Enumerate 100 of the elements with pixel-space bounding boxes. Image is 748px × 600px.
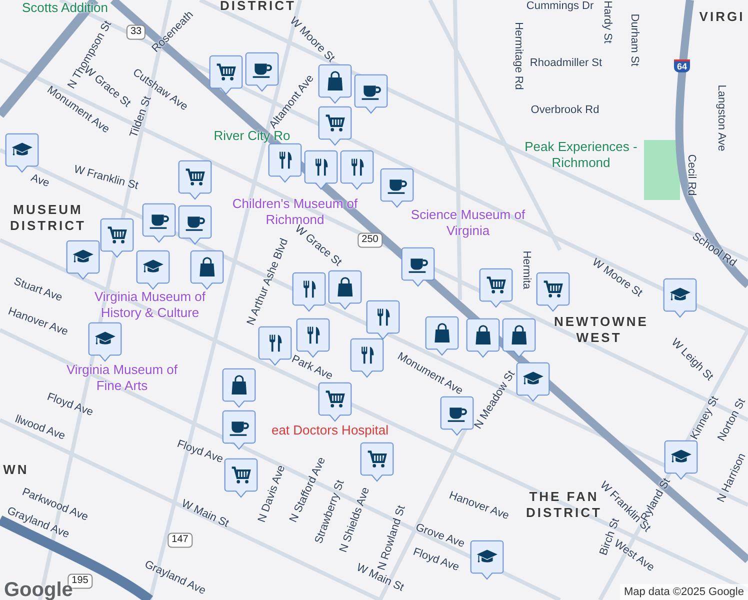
shopping-bag-icon (512, 325, 527, 345)
coffee-cup-icon (362, 86, 381, 100)
park-area (644, 140, 680, 200)
school-map-pin[interactable] (66, 240, 100, 280)
coffee-cup-icon (230, 422, 249, 436)
restaurant-map-pin[interactable] (350, 338, 384, 378)
street-label: Cummings Dr (526, 0, 594, 14)
street-label: Floyd Ave (410, 546, 461, 576)
grocery-map-pin[interactable] (479, 268, 513, 308)
place-label: River City Ro (214, 128, 290, 144)
route-shield: 147 (168, 532, 192, 548)
cafe-map-pin[interactable] (142, 203, 176, 243)
grocery-map-pin[interactable] (536, 272, 570, 312)
fork-and-knife-icon (352, 158, 364, 176)
shop-map-pin[interactable] (222, 368, 256, 408)
map-attribution: Map data ©2025 Google (620, 584, 748, 600)
fork-and-knife-icon (270, 334, 282, 352)
shop-map-pin[interactable] (466, 318, 500, 358)
shopping-cart-icon (326, 390, 345, 408)
coffee-cup-icon (186, 216, 205, 231)
coffee-cup-icon (252, 64, 272, 78)
museum-label: Science Museum of Virginia (410, 206, 526, 240)
fork-and-knife-icon (316, 158, 328, 176)
street-label: Stuart Ave (11, 274, 65, 306)
fork-and-knife-icon (304, 280, 316, 298)
shopping-cart-icon (186, 168, 205, 186)
grocery-map-pin[interactable] (318, 382, 352, 422)
shopping-cart-icon (544, 280, 563, 298)
place-label: Peak Experiences - Richmond (524, 138, 638, 172)
cafe-map-pin[interactable] (245, 52, 279, 92)
district-label: VIRGI (699, 8, 745, 26)
coffee-cup-icon (448, 408, 467, 422)
restaurant-map-pin[interactable] (304, 150, 338, 190)
route-shield: 250 (358, 232, 382, 248)
street-label: Ave (28, 170, 52, 192)
street-label: Hermita (519, 250, 534, 290)
map-background[interactable] (0, 0, 748, 600)
cafe-map-pin[interactable] (222, 410, 256, 450)
grocery-map-pin[interactable] (178, 160, 212, 200)
street-label: Hardy St (600, 0, 614, 44)
street-label: Park Ave (288, 352, 336, 384)
shopping-cart-icon (216, 64, 236, 80)
shop-map-pin[interactable] (318, 64, 352, 104)
shop-map-pin[interactable] (328, 270, 362, 310)
graduation-cap-icon (94, 332, 116, 344)
school-map-pin[interactable] (663, 278, 697, 318)
coffee-cup-icon (150, 214, 169, 229)
shopping-cart-icon (326, 114, 345, 132)
school-map-pin[interactable] (664, 440, 698, 480)
restaurant-map-pin[interactable] (268, 143, 302, 183)
grocery-map-pin[interactable] (318, 106, 352, 146)
shopping-bag-icon (338, 277, 353, 297)
restaurant-map-pin[interactable] (340, 150, 374, 190)
school-map-pin[interactable] (470, 540, 504, 580)
graduation-cap-icon (12, 142, 32, 156)
street-label: N Arthur Ashe Blvd (244, 236, 292, 328)
cafe-map-pin[interactable] (401, 247, 435, 287)
place-label: Scotts Addition (22, 0, 108, 16)
school-map-pin[interactable] (136, 250, 170, 290)
school-map-pin[interactable] (5, 133, 39, 173)
district-label: NEWTOWNE WEST (554, 314, 644, 346)
shop-map-pin[interactable] (190, 250, 224, 290)
street-label: Langston Ave (714, 84, 728, 152)
graduation-cap-icon (670, 288, 690, 300)
route-shield: 33 (126, 24, 146, 40)
school-map-pin[interactable] (516, 362, 550, 402)
grocery-map-pin[interactable] (224, 458, 258, 498)
street-label: Floyd Ave (174, 436, 226, 468)
grocery-map-pin[interactable] (100, 218, 134, 258)
grocery-map-pin[interactable] (209, 55, 243, 95)
graduation-cap-icon (522, 372, 544, 384)
cafe-map-pin[interactable] (380, 168, 414, 208)
coffee-cup-icon (388, 180, 407, 194)
shopping-bag-icon (434, 323, 450, 343)
cafe-map-pin[interactable] (354, 74, 388, 114)
shopping-bag-icon (476, 325, 491, 345)
grocery-map-pin[interactable] (360, 442, 394, 482)
restaurant-map-pin[interactable] (366, 300, 400, 340)
shop-map-pin[interactable] (502, 318, 536, 358)
graduation-cap-icon (476, 550, 498, 562)
district-label: THE FAN DISTRICT (525, 488, 602, 522)
shopping-cart-icon (232, 466, 251, 484)
cafe-map-pin[interactable] (440, 396, 474, 436)
shopping-cart-icon (108, 226, 127, 244)
shopping-bag-icon (200, 257, 215, 277)
school-map-pin[interactable] (88, 322, 122, 362)
district-label: WN (3, 462, 29, 478)
fork-and-knife-icon (280, 152, 292, 169)
coffee-cup-icon (408, 258, 428, 273)
hospital-label: eat Doctors Hospital (271, 421, 389, 440)
street-label: Overbrook Rd (530, 102, 600, 118)
street-label: W Franklin St (72, 162, 140, 194)
restaurant-map-pin[interactable] (292, 272, 326, 312)
street-label: Cecil Rd (684, 154, 698, 196)
fork-and-knife-icon (362, 346, 374, 364)
cafe-map-pin[interactable] (178, 205, 212, 245)
district-label: DISTRICT (220, 0, 296, 14)
fork-and-knife-icon (378, 308, 390, 326)
district-label: MUSEUM DISTRICT (9, 202, 87, 234)
restaurant-map-pin[interactable] (258, 326, 292, 366)
